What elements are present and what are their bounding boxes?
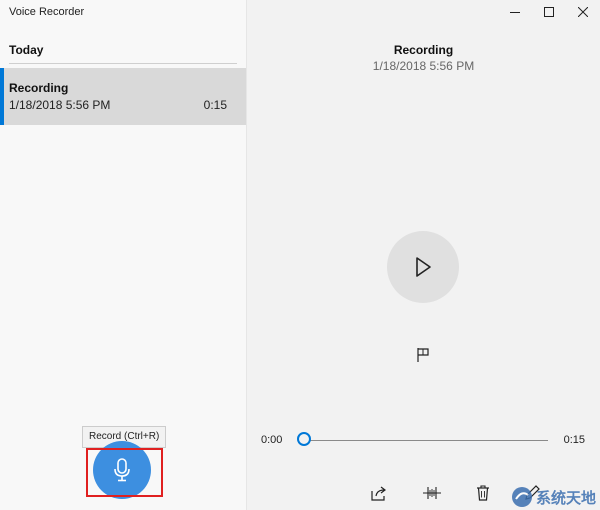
playback-pane: Recording 1/18/2018 5:56 PM 0:00 0:15 系统… (247, 0, 600, 510)
recording-date: 1/18/2018 5:56 PM (372, 59, 475, 73)
recording-title: Recording (393, 43, 454, 57)
section-header-today: Today (9, 43, 44, 57)
current-time: 0:00 (261, 434, 283, 446)
trim-icon (423, 487, 441, 499)
total-time: 0:15 (563, 434, 585, 446)
watermark-text: 系统天地 (535, 489, 596, 507)
watermark: 系统天地 (511, 486, 596, 508)
share-icon (371, 486, 386, 501)
record-button-highlight (86, 448, 163, 497)
selection-accent (0, 68, 4, 125)
close-icon (578, 7, 588, 17)
minimize-button[interactable] (498, 0, 532, 24)
recording-item-date: 1/18/2018 5:56 PM (9, 98, 111, 112)
delete-button[interactable] (470, 480, 496, 506)
recording-item-title: Recording (9, 81, 69, 95)
share-button[interactable] (366, 480, 392, 506)
add-marker-button[interactable] (413, 345, 433, 365)
app-title: Voice Recorder (9, 6, 85, 18)
watermark-logo-icon (511, 487, 532, 507)
maximize-button[interactable] (532, 0, 566, 24)
play-button[interactable] (387, 231, 459, 303)
close-button[interactable] (566, 0, 600, 24)
voice-recorder-window: Voice Recorder Today Recording 1/18/2018… (0, 0, 600, 510)
recordings-pane: Voice Recorder Today Recording 1/18/2018… (0, 0, 247, 510)
recording-list-item[interactable]: Recording 1/18/2018 5:56 PM 0:15 (0, 68, 246, 125)
seek-track[interactable] (299, 440, 548, 441)
window-controls (498, 0, 600, 24)
minimize-icon (510, 12, 520, 13)
seek-thumb[interactable] (297, 432, 311, 446)
trim-button[interactable] (419, 480, 445, 506)
flag-icon (417, 348, 429, 362)
section-divider (9, 63, 237, 64)
play-icon (416, 257, 431, 277)
maximize-icon (544, 7, 554, 17)
delete-icon (477, 485, 489, 501)
recording-item-duration: 0:15 (203, 98, 227, 112)
